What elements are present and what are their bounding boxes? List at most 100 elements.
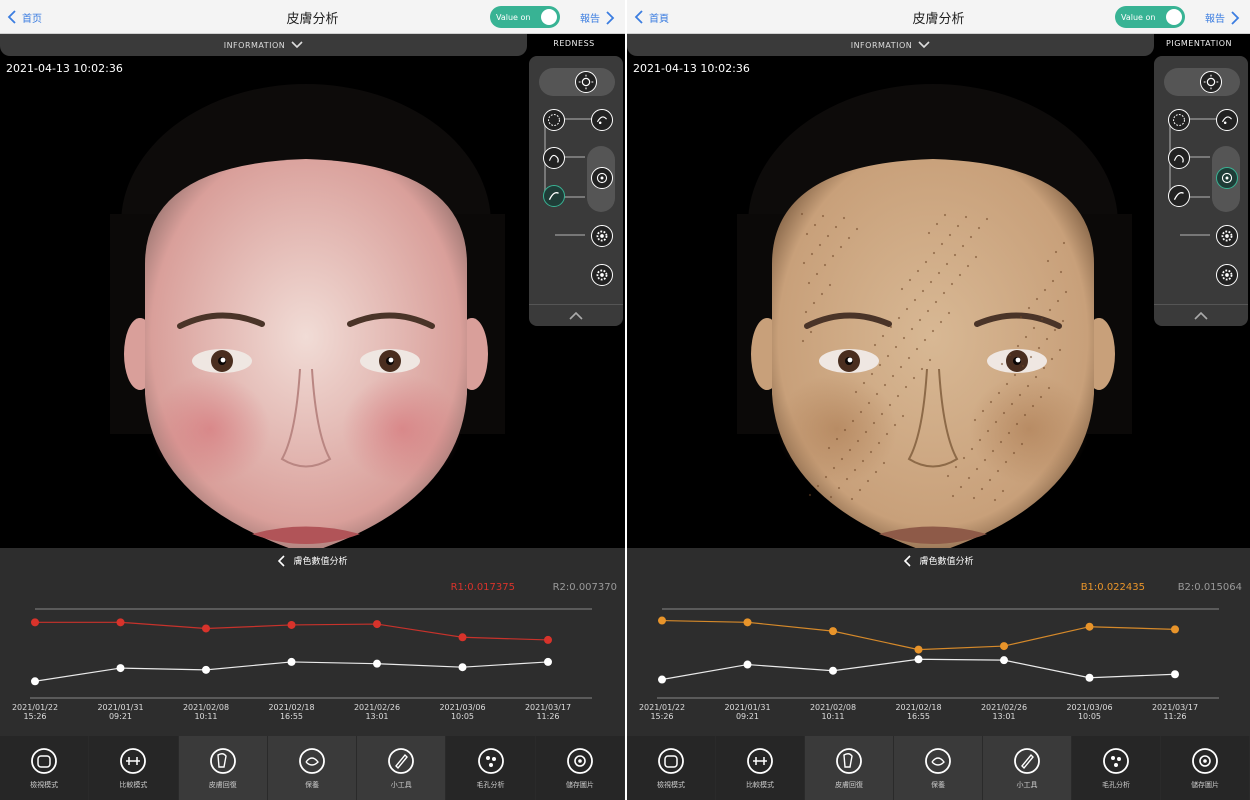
data-point-R2[interactable]: [287, 657, 296, 666]
information-tab[interactable]: INFORMATION: [627, 34, 1154, 56]
light-mode-icon[interactable]: [575, 71, 597, 93]
report-button[interactable]: 報告: [580, 10, 615, 25]
mode-panel: [529, 56, 623, 326]
data-point-R1[interactable]: [202, 624, 210, 633]
data-point-R1[interactable]: [458, 633, 467, 642]
data-point-R1[interactable]: [287, 620, 296, 629]
spot-icon[interactable]: [1168, 147, 1190, 169]
gear-icon-b[interactable]: [591, 264, 613, 286]
chevron-left-icon: [634, 10, 643, 24]
data-point-B1[interactable]: [1085, 622, 1094, 631]
x-tick-date: 2021/03/17: [1152, 703, 1198, 712]
data-point-R2[interactable]: [544, 657, 552, 666]
data-point-R1[interactable]: [544, 635, 552, 644]
report-button[interactable]: 報告: [1205, 10, 1240, 25]
data-point-R2[interactable]: [373, 659, 381, 668]
nav-item-pore-analysis[interactable]: 毛孔分析: [446, 736, 536, 800]
data-point-B2[interactable]: [914, 655, 923, 664]
uv-icon[interactable]: [591, 167, 613, 189]
nav-item-compare[interactable]: 比較模式: [89, 736, 179, 800]
nav-item-pen-tool[interactable]: 小工具: [983, 736, 1072, 800]
value-toggle[interactable]: Value on: [490, 6, 560, 28]
pore-icon[interactable]: [1216, 109, 1238, 131]
redness-icon[interactable]: [543, 185, 565, 207]
data-point-B2[interactable]: [1171, 670, 1179, 679]
data-point-R1[interactable]: [31, 618, 39, 627]
data-point-B1[interactable]: [658, 616, 666, 625]
nav-item-save-image[interactable]: 儲存圖片: [535, 736, 625, 800]
data-point-B1[interactable]: [914, 645, 923, 654]
nav-item-pore-analysis[interactable]: 毛孔分析: [1072, 736, 1161, 800]
data-point-B1[interactable]: [829, 627, 837, 636]
x-tick-time: 15:26: [23, 712, 46, 721]
data-point-R2[interactable]: [202, 665, 210, 674]
data-point-B2[interactable]: [1085, 673, 1094, 682]
data-point-B1[interactable]: [1000, 642, 1008, 651]
toggle-label: Value on: [1121, 12, 1156, 22]
texture-icon[interactable]: [1168, 109, 1190, 131]
nav-item-label: 小工具: [1016, 781, 1038, 789]
value-toggle[interactable]: Value on: [1115, 6, 1185, 28]
nav-item-compare[interactable]: 比較模式: [716, 736, 805, 800]
data-point-B2[interactable]: [829, 666, 837, 675]
nav-item-skin-recovery[interactable]: 皮膚回復: [179, 736, 268, 800]
nav-item-label: 儲存圖片: [565, 781, 594, 789]
toggle-knob: [541, 9, 557, 25]
report-label: 報告: [580, 14, 600, 25]
x-tick-time: 16:55: [907, 712, 930, 721]
data-point-R2[interactable]: [116, 664, 125, 673]
x-tick-date: 2021/03/17: [525, 703, 571, 712]
redness-icon[interactable]: [1168, 185, 1190, 207]
collapse-panel-button[interactable]: [1154, 304, 1248, 326]
information-label: INFORMATION: [850, 40, 913, 50]
trend-chart: 2021/01/2215:26 2021/01/3109:21 2021/02/08…: [12, 608, 592, 721]
pore-analysis-icon: [477, 748, 504, 774]
nav-item-skin-recovery[interactable]: 皮膚回復: [805, 736, 894, 800]
x-tick-date: 2021/01/31: [724, 703, 770, 712]
series2-value: R2:0.007370: [552, 582, 617, 593]
data-point-R2[interactable]: [31, 677, 39, 686]
information-tab[interactable]: INFORMATION: [0, 34, 527, 56]
data-point-B2[interactable]: [658, 675, 666, 684]
spot-icon[interactable]: [543, 147, 565, 169]
collapse-panel-button[interactable]: [529, 304, 623, 326]
gear-icon-a[interactable]: [1216, 225, 1238, 247]
nav-item-face-scan[interactable]: 檢視模式: [627, 736, 716, 800]
nav-item-save-image[interactable]: 儲存圖片: [1161, 736, 1250, 800]
nav-item-care[interactable]: 保養: [894, 736, 983, 800]
x-tick-date: 2021/02/26: [354, 703, 400, 712]
panel-connector: [565, 118, 593, 120]
x-tick-date: 2021/03/06: [1066, 703, 1112, 712]
right-screen: 首頁 皮膚分析 Value on 報告 INFORMATION PIGMENTA…: [627, 0, 1250, 800]
data-point-R2[interactable]: [458, 663, 467, 672]
nav-item-face-scan[interactable]: 檢視模式: [0, 736, 90, 800]
gear-icon-b[interactable]: [1216, 264, 1238, 286]
back-button[interactable]: 首页: [6, 7, 42, 27]
chevron-up-icon: [569, 311, 583, 320]
light-mode-icon[interactable]: [1200, 71, 1222, 93]
pore-icon[interactable]: [591, 109, 613, 131]
panel-connector: [1190, 118, 1218, 120]
nav-item-label: 比較模式: [746, 781, 774, 789]
chart-header: 膚色數值分析: [0, 554, 625, 567]
data-point-R1[interactable]: [373, 620, 381, 629]
x-tick-date: 2021/02/18: [268, 703, 314, 712]
back-button[interactable]: 首頁: [633, 7, 669, 27]
data-point-B2[interactable]: [1000, 656, 1008, 665]
x-tick-date: 2021/02/18: [895, 703, 941, 712]
data-point-B1[interactable]: [743, 618, 752, 627]
data-point-B2[interactable]: [743, 660, 752, 669]
chevron-left-icon[interactable]: [903, 554, 913, 567]
data-point-R1[interactable]: [116, 618, 125, 627]
nav-item-care[interactable]: 保養: [268, 736, 358, 800]
chevron-left-icon[interactable]: [277, 554, 287, 567]
data-point-B1[interactable]: [1171, 625, 1179, 634]
texture-icon[interactable]: [543, 109, 565, 131]
capture-timestamp: 2021-04-13 10:02:36: [633, 62, 750, 75]
uv-icon[interactable]: [1216, 167, 1238, 189]
gear-icon-a[interactable]: [591, 225, 613, 247]
x-tick-time: 10:11: [821, 712, 844, 721]
x-tick-date: 2021/01/22: [12, 703, 58, 712]
nav-item-pen-tool[interactable]: 小工具: [357, 736, 447, 800]
x-tick-time: 15:26: [650, 712, 673, 721]
